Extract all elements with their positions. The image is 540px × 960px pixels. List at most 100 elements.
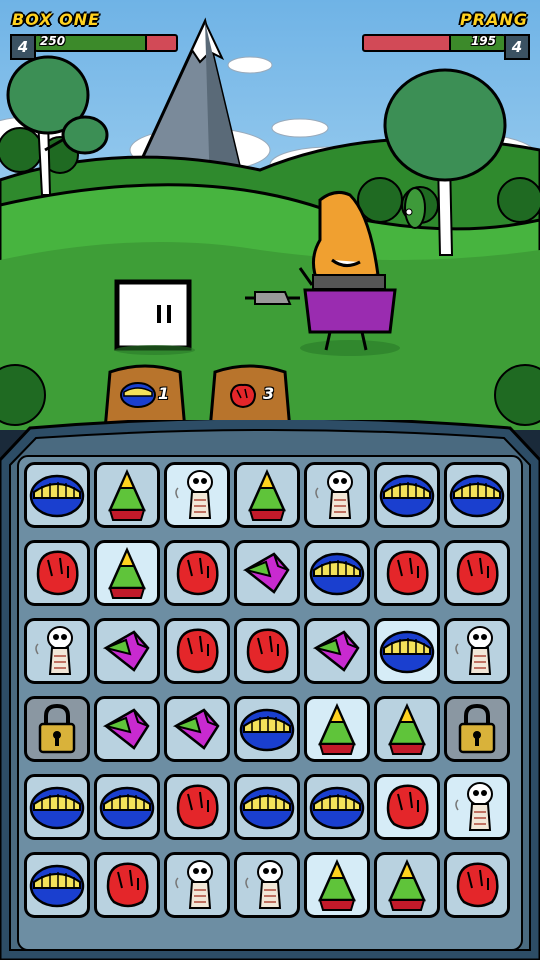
bird-icon [94, 618, 160, 684]
board-tile-cone[interactable] [304, 696, 370, 762]
bird-icon [164, 696, 230, 762]
fist-icon [94, 852, 160, 918]
board-tile-mouth[interactable] [304, 540, 370, 606]
enemy-name: PRANG [460, 10, 528, 29]
skeleton-icon [24, 618, 90, 684]
board-tile-bird[interactable] [94, 696, 160, 762]
board-tile-fist[interactable] [94, 852, 160, 918]
fist-icon [24, 540, 90, 606]
board-tile-cone[interactable] [94, 462, 160, 528]
fist-icon [164, 540, 230, 606]
cone-icon [234, 462, 300, 528]
mouth-icon [24, 774, 90, 840]
cone-icon [374, 696, 440, 762]
board-tile-fist[interactable] [374, 774, 440, 840]
board-tile-cone[interactable] [374, 852, 440, 918]
mouth-icon [374, 618, 440, 684]
board-tile-mouth[interactable] [304, 774, 370, 840]
fist-icon [444, 852, 510, 918]
mouth-icon [24, 852, 90, 918]
lock-icon [24, 696, 90, 762]
cone-icon [304, 696, 370, 762]
cone-icon [94, 540, 160, 606]
ability-slot-mouth[interactable]: 1 [110, 362, 180, 428]
mouth-icon [24, 462, 90, 528]
board-tile-skeleton[interactable] [164, 462, 230, 528]
ability-count-mouth: 1 [158, 384, 170, 403]
fist-icon [164, 774, 230, 840]
board-tile-mouth[interactable] [24, 462, 90, 528]
enemy-level-badge: 4 [504, 34, 530, 60]
board-tile-mouth[interactable] [374, 618, 440, 684]
battle-scene: BOX ONE 4 250 PRANG 4 195 1 3 [0, 0, 540, 430]
board-tile-fist[interactable] [164, 618, 230, 684]
board-tile-bird[interactable] [164, 696, 230, 762]
board-tile-cone[interactable] [304, 852, 370, 918]
board-tile-fist[interactable] [234, 618, 300, 684]
board-tile-fist[interactable] [444, 852, 510, 918]
skeleton-icon [444, 774, 510, 840]
skeleton-icon [164, 462, 230, 528]
player-level-badge: 4 [10, 34, 36, 60]
enemy-health-value: 195 [470, 34, 496, 48]
bird-icon [234, 540, 300, 606]
skeleton-icon [234, 852, 300, 918]
board-tile-fist[interactable] [164, 540, 230, 606]
player-health-bar: 250 [34, 34, 178, 52]
fist-icon [164, 618, 230, 684]
player-name: BOX ONE [12, 10, 101, 29]
board-tile-fist[interactable] [444, 540, 510, 606]
board-tile-fist[interactable] [374, 540, 440, 606]
mouth-icon [374, 462, 440, 528]
board-tile-lock[interactable] [444, 696, 510, 762]
skeleton-icon [304, 462, 370, 528]
game-screen: BOX ONE 4 250 PRANG 4 195 1 3 [0, 0, 540, 960]
bird-icon [304, 618, 370, 684]
board-tile-fist[interactable] [24, 540, 90, 606]
ability-slot-fist[interactable]: 3 [215, 362, 285, 428]
board-tile-bird[interactable] [94, 618, 160, 684]
bird-icon [94, 696, 160, 762]
cone-icon [304, 852, 370, 918]
board-tile-cone[interactable] [374, 696, 440, 762]
player-health-value: 250 [40, 34, 66, 48]
cone-icon [374, 852, 440, 918]
board-tile-skeleton[interactable] [444, 774, 510, 840]
ability-count-fist: 3 [263, 384, 275, 403]
board-tile-mouth[interactable] [24, 774, 90, 840]
board-tile-bird[interactable] [304, 618, 370, 684]
blue-mouth-icon [120, 382, 156, 408]
board-tile-mouth[interactable] [94, 774, 160, 840]
board-tile-mouth[interactable] [374, 462, 440, 528]
board-tile-cone[interactable] [234, 462, 300, 528]
board-tile-cone[interactable] [94, 540, 160, 606]
board-tile-skeleton[interactable] [164, 852, 230, 918]
mouth-icon [94, 774, 160, 840]
board-tile-mouth[interactable] [234, 696, 300, 762]
fist-icon [374, 774, 440, 840]
mouth-icon [304, 774, 370, 840]
cone-icon [94, 462, 160, 528]
enemy-health-bar: 195 [362, 34, 506, 52]
mouth-icon [444, 462, 510, 528]
board-tile-mouth[interactable] [234, 774, 300, 840]
board-tile-mouth[interactable] [444, 462, 510, 528]
board-tile-mouth[interactable] [24, 852, 90, 918]
board-tile-skeleton[interactable] [304, 462, 370, 528]
skeleton-icon [164, 852, 230, 918]
skeleton-icon [444, 618, 510, 684]
fist-icon [234, 618, 300, 684]
board-tile-fist[interactable] [164, 774, 230, 840]
board-tile-skeleton[interactable] [24, 618, 90, 684]
board-tile-skeleton[interactable] [234, 852, 300, 918]
board-tile-bird[interactable] [234, 540, 300, 606]
board-tile-lock[interactable] [24, 696, 90, 762]
mouth-icon [234, 696, 300, 762]
red-fist-icon [229, 383, 257, 409]
mouth-icon [234, 774, 300, 840]
lock-icon [444, 696, 510, 762]
mouth-icon [304, 540, 370, 606]
board-tile-skeleton[interactable] [444, 618, 510, 684]
fist-icon [444, 540, 510, 606]
fist-icon [374, 540, 440, 606]
